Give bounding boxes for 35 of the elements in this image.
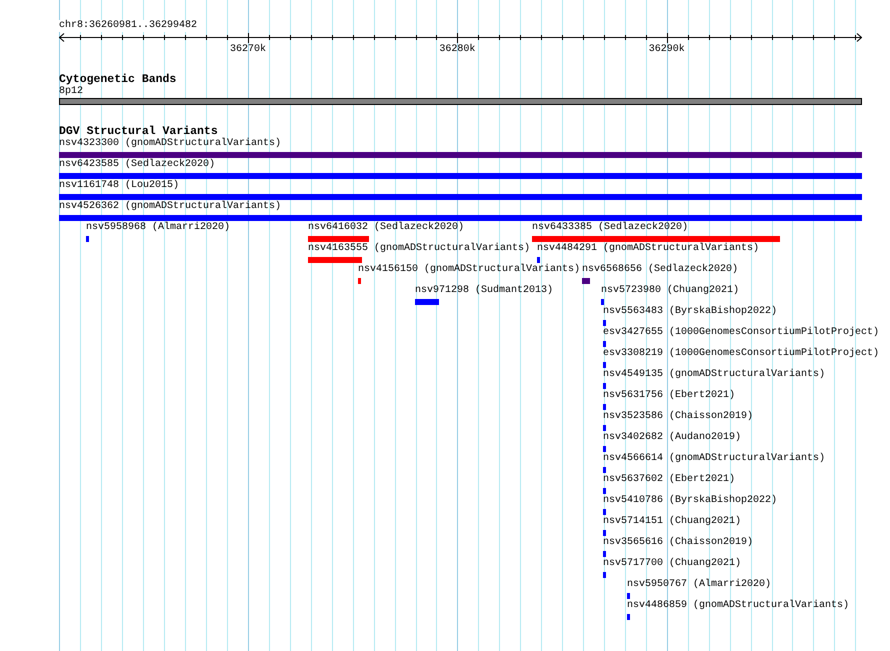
variant-label: nsv6433385 (Sedlazeck2020): [532, 222, 688, 234]
track-title: Cytogenetic Bands: [59, 73, 176, 86]
tick-label: 36270k: [230, 44, 266, 56]
variant-label: nsv6416032 (Sedlazeck2020): [308, 222, 464, 234]
variant-label: nsv4549135 (gnomADStructuralVariants): [603, 369, 826, 381]
variant-label: nsv4566614 (gnomADStructuralVariants): [603, 453, 826, 465]
variant-label: nsv5714151 (Chuang2021): [603, 516, 742, 528]
variant-label: esv3308219 (1000GenomesConsortiumPilotProject): [603, 348, 880, 360]
variant-label: nsv4156150 (gnomADStructuralVariants): [358, 264, 580, 276]
variant-label: nsv6423585 (Sedlazeck2020): [59, 159, 216, 171]
variant-label: nsv5637602 (Ebert2021): [603, 474, 736, 486]
variant-label: nsv4163555 (gnomADStructuralVariants): [308, 243, 530, 255]
tick-label: 36280k: [439, 44, 476, 56]
band-label: 8p12: [59, 86, 84, 98]
variant-label: nsv5410786 (ByrskaBishop2022): [603, 495, 778, 507]
location-text: chr8:36260981..36299482: [59, 20, 198, 32]
variant-label: nsv5958968 (Almarri2020): [86, 222, 230, 234]
variant-label: nsv3523586 (Chaisson2019): [603, 411, 754, 423]
variant-label: nsv1161748 (Lou2015): [59, 180, 180, 192]
variant-label: nsv4526362 (gnomADStructuralVariants): [59, 201, 282, 213]
variant-label: nsv5631756 (Ebert2021): [603, 390, 736, 402]
variant-label: nsv6568656 (Sedlazeck2020): [582, 264, 738, 276]
variant-label: nsv4486859 (gnomADStructuralVariants): [627, 600, 850, 612]
variant-label: nsv5563483 (ByrskaBishop2022): [603, 306, 778, 318]
tick-label: 36290k: [648, 44, 685, 56]
variant-label: nsv3565616 (Chaisson2019): [603, 537, 754, 549]
variant-label: nsv5717700 (Chuang2021): [603, 558, 742, 570]
variant-label: nsv5723980 (Chuang2021): [601, 285, 740, 297]
variant-label: nsv5950767 (Almarri2020): [627, 579, 772, 591]
variant-label: nsv4323300 (gnomADStructuralVariants): [59, 138, 282, 150]
variant-label: nsv971298 (Sudmant2013): [415, 285, 554, 297]
track-title: DGV Structural Variants: [59, 125, 218, 138]
variant-label: esv3427655 (1000GenomesConsortiumPilotProject): [603, 327, 880, 339]
variant-label: nsv4484291 (gnomADStructuralVariants): [537, 243, 760, 255]
variant-label: nsv3402682 (Audano2019): [603, 432, 742, 444]
